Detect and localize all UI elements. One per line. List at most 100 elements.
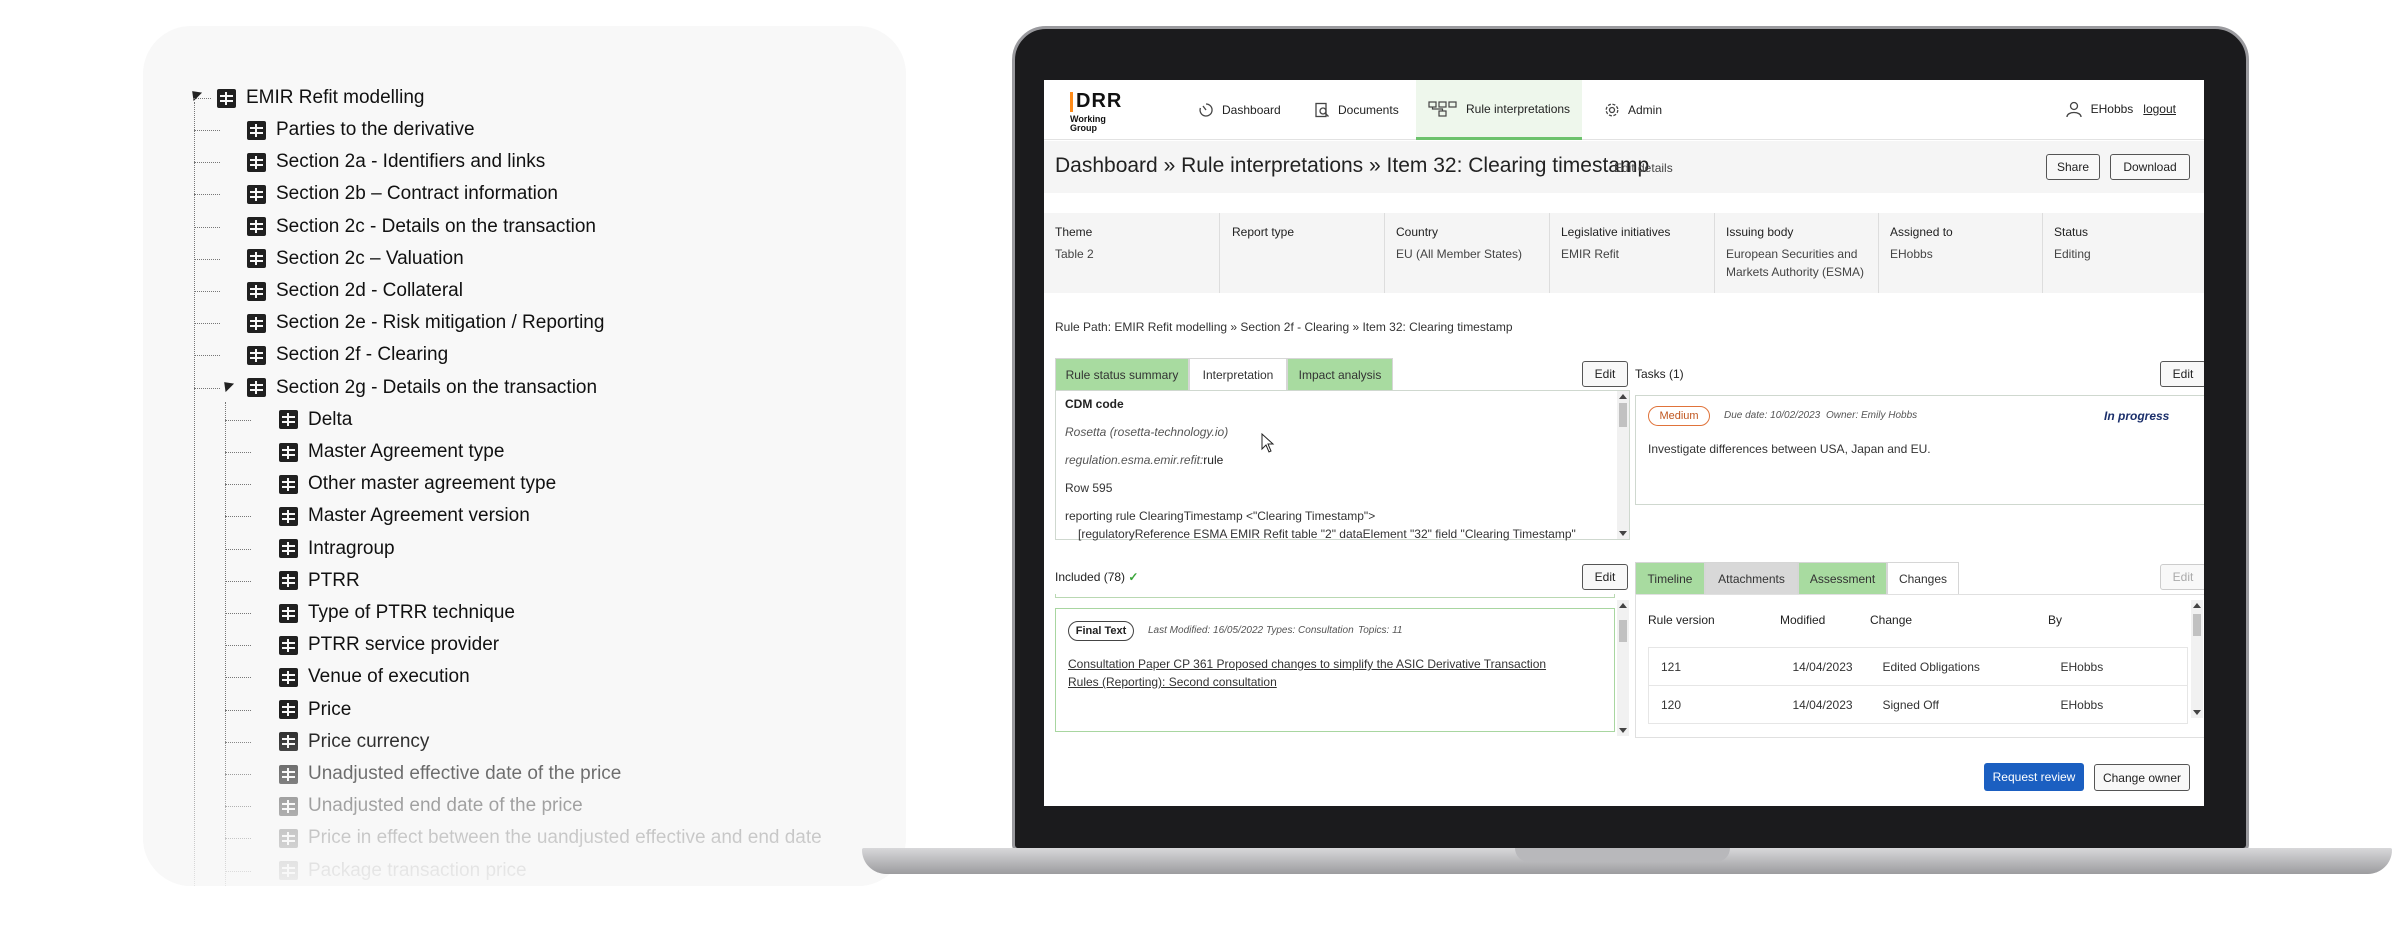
edit-interpretation-button[interactable]: Edit — [1582, 361, 1628, 387]
scroll-down-icon[interactable] — [1619, 728, 1627, 733]
scroll-up-icon[interactable] — [2193, 603, 2201, 608]
tree-section-item[interactable]: Section 2a - Identifiers and links — [247, 146, 545, 178]
tree-connector — [225, 741, 251, 743]
tab-timeline[interactable]: Timeline — [1635, 562, 1705, 594]
nav-dashboard[interactable]: Dashboard — [1188, 80, 1291, 140]
tree-child-item[interactable]: Delta — [279, 404, 352, 436]
tree-child-item[interactable]: PTRR service provider — [279, 629, 499, 661]
cdm-row: Row 595 — [1065, 481, 1113, 495]
tree-section-item[interactable]: Section 2c – Valuation — [247, 243, 464, 275]
scroll-up-icon[interactable] — [1619, 603, 1627, 608]
nav-documents[interactable]: Documents — [1304, 80, 1409, 140]
tree-root[interactable]: EMIR Refit modelling — [217, 82, 424, 114]
tasks-title: Tasks (1) — [1635, 367, 1684, 381]
edit-included-button[interactable]: Edit — [1582, 564, 1628, 590]
cell-rule-version: 120 — [1648, 685, 1781, 724]
divider — [1878, 213, 1879, 293]
table-row[interactable]: 120 14/04/2023 Signed Off EHobbs — [1648, 685, 2188, 724]
tab-rule-status-summary[interactable]: Rule status summary — [1055, 358, 1189, 390]
tree-child-item[interactable]: Unadjusted effective date of the price — [279, 758, 621, 790]
document-card[interactable]: Final Text Last Modified: 16/05/2022 Typ… — [1055, 608, 1615, 732]
tree-child-item[interactable]: Price in effect between the uandjusted e… — [279, 822, 822, 854]
table-icon — [247, 249, 266, 269]
edit-changes-button[interactable]: Edit — [2160, 564, 2204, 590]
changes-scrollbar[interactable] — [2191, 600, 2203, 718]
scroll-thumb[interactable] — [1619, 620, 1627, 642]
tree-child-item[interactable]: Master Agreement version — [279, 500, 530, 532]
tree-child-item[interactable]: Venue of execution — [279, 661, 470, 693]
tree-section-item[interactable]: Section 2b – Contract information — [247, 178, 558, 210]
tab-assessment[interactable]: Assessment — [1798, 562, 1887, 594]
task-description[interactable]: Investigate differences between USA, Jap… — [1648, 442, 1931, 456]
nav-rule-interpretations[interactable]: Rule interpretations — [1416, 80, 1583, 140]
gear-icon — [1605, 103, 1619, 117]
column-header-rule-version[interactable]: Rule version — [1648, 613, 1715, 627]
nav-rule-interpretations-label: Rule interpretations — [1466, 101, 1571, 116]
tree-child-item[interactable]: Price — [279, 694, 351, 726]
document-title-link[interactable]: Consultation Paper CP 361 Proposed chang… — [1068, 657, 1546, 671]
rosetta-link[interactable]: Rosetta (rosetta-technology.io) — [1065, 425, 1228, 439]
app-header: DRR Working Group Dashboard Documents Ru… — [1044, 80, 2204, 140]
cell-by: EHobbs — [2048, 647, 2188, 686]
tab-changes[interactable]: Changes — [1887, 562, 1959, 594]
column-header-change[interactable]: Change — [1870, 613, 1912, 627]
change-owner-button[interactable]: Change owner — [2094, 764, 2190, 791]
tree-item-label: Price in effect between the uandjusted e… — [308, 827, 822, 849]
tree-child-item[interactable]: Price currency — [279, 726, 429, 758]
document-title-link[interactable]: Rules (Reporting): Second consultation — [1068, 675, 1277, 689]
meta-value: Markets Authority (ESMA) — [1726, 265, 1865, 279]
included-scrollbar[interactable] — [1617, 600, 1629, 736]
tree-section-item[interactable]: Section 2c - Details on the transaction — [247, 211, 596, 243]
tree-child-item[interactable]: Unadjusted end date of the price — [279, 790, 583, 822]
table-icon — [279, 571, 298, 591]
tree-connector — [225, 484, 251, 486]
column-header-modified[interactable]: Modified — [1780, 613, 1825, 627]
tree-child-item[interactable]: Type of PTRR technique — [279, 597, 515, 629]
tree-section-item[interactable]: Section 2e - Risk mitigation / Reporting — [247, 307, 604, 339]
tree-child-item[interactable]: PTRR — [279, 565, 360, 597]
scroll-thumb[interactable] — [2193, 614, 2201, 636]
scroll-down-icon[interactable] — [2193, 710, 2201, 715]
scroll-thumb[interactable] — [1619, 403, 1627, 427]
tree-child-item[interactable]: Master Agreement type — [279, 436, 504, 468]
scroll-up-icon[interactable] — [1619, 394, 1627, 399]
tree-section-item[interactable]: Section 2g - Details on the transaction — [247, 372, 597, 404]
scroll-down-icon[interactable] — [1619, 531, 1627, 536]
request-review-button[interactable]: Request review — [1984, 763, 2084, 791]
table-row[interactable]: 121 14/04/2023 Edited Obligations EHobbs — [1648, 647, 2188, 686]
cell-modified: 14/04/2023 — [1780, 647, 1871, 686]
tab-interpretation[interactable]: Interpretation — [1189, 358, 1287, 390]
tree-child-item[interactable]: Package transaction price — [279, 855, 527, 886]
table-icon — [279, 635, 298, 655]
drr-logo[interactable]: DRR Working Group — [1070, 88, 1130, 134]
share-button[interactable]: Share — [2046, 154, 2100, 180]
user-icon — [2065, 101, 2082, 118]
tree-section-item[interactable]: Parties to the derivative — [247, 114, 475, 146]
table-icon — [247, 184, 266, 204]
tree-section-item[interactable]: Section 2f - Clearing — [247, 339, 448, 371]
tab-impact-analysis[interactable]: Impact analysis — [1287, 358, 1393, 390]
edit-tasks-button[interactable]: Edit — [2160, 361, 2204, 387]
tree-child-item[interactable]: Other master agreement type — [279, 468, 556, 500]
table-icon — [279, 828, 298, 848]
cdm-code-panel: CDM code Rosetta (rosetta-technology.io)… — [1055, 390, 1630, 541]
tab-attachments[interactable]: Attachments — [1705, 562, 1798, 594]
tree-section-item[interactable]: Section 2d - Collateral — [247, 275, 463, 307]
tasks-panel: Medium Due date: 10/02/2023 Owner: Emily… — [1635, 395, 2204, 505]
nav-admin[interactable]: Admin — [1594, 80, 1672, 140]
tree-connector — [225, 838, 251, 840]
logo-text: DRR — [1076, 90, 1123, 112]
tree-connector — [194, 291, 220, 292]
cdm-scrollbar[interactable] — [1617, 391, 1629, 539]
cdm-namespace-suffix: rule — [1203, 453, 1224, 467]
download-button[interactable]: Download — [2110, 154, 2190, 180]
tree-item-label: Section 2g - Details on the transaction — [276, 376, 598, 398]
edit-details-link[interactable]: Edit details — [1614, 161, 1673, 175]
meta-value: EMIR Refit — [1561, 247, 1620, 261]
collapse-arrow-icon[interactable] — [219, 377, 235, 392]
tree-child-item[interactable]: Intragroup — [279, 533, 395, 565]
column-header-by[interactable]: By — [2048, 613, 2062, 627]
logout-link[interactable]: logout — [2143, 102, 2176, 116]
tree-connector — [225, 452, 251, 453]
table-icon — [279, 410, 298, 430]
